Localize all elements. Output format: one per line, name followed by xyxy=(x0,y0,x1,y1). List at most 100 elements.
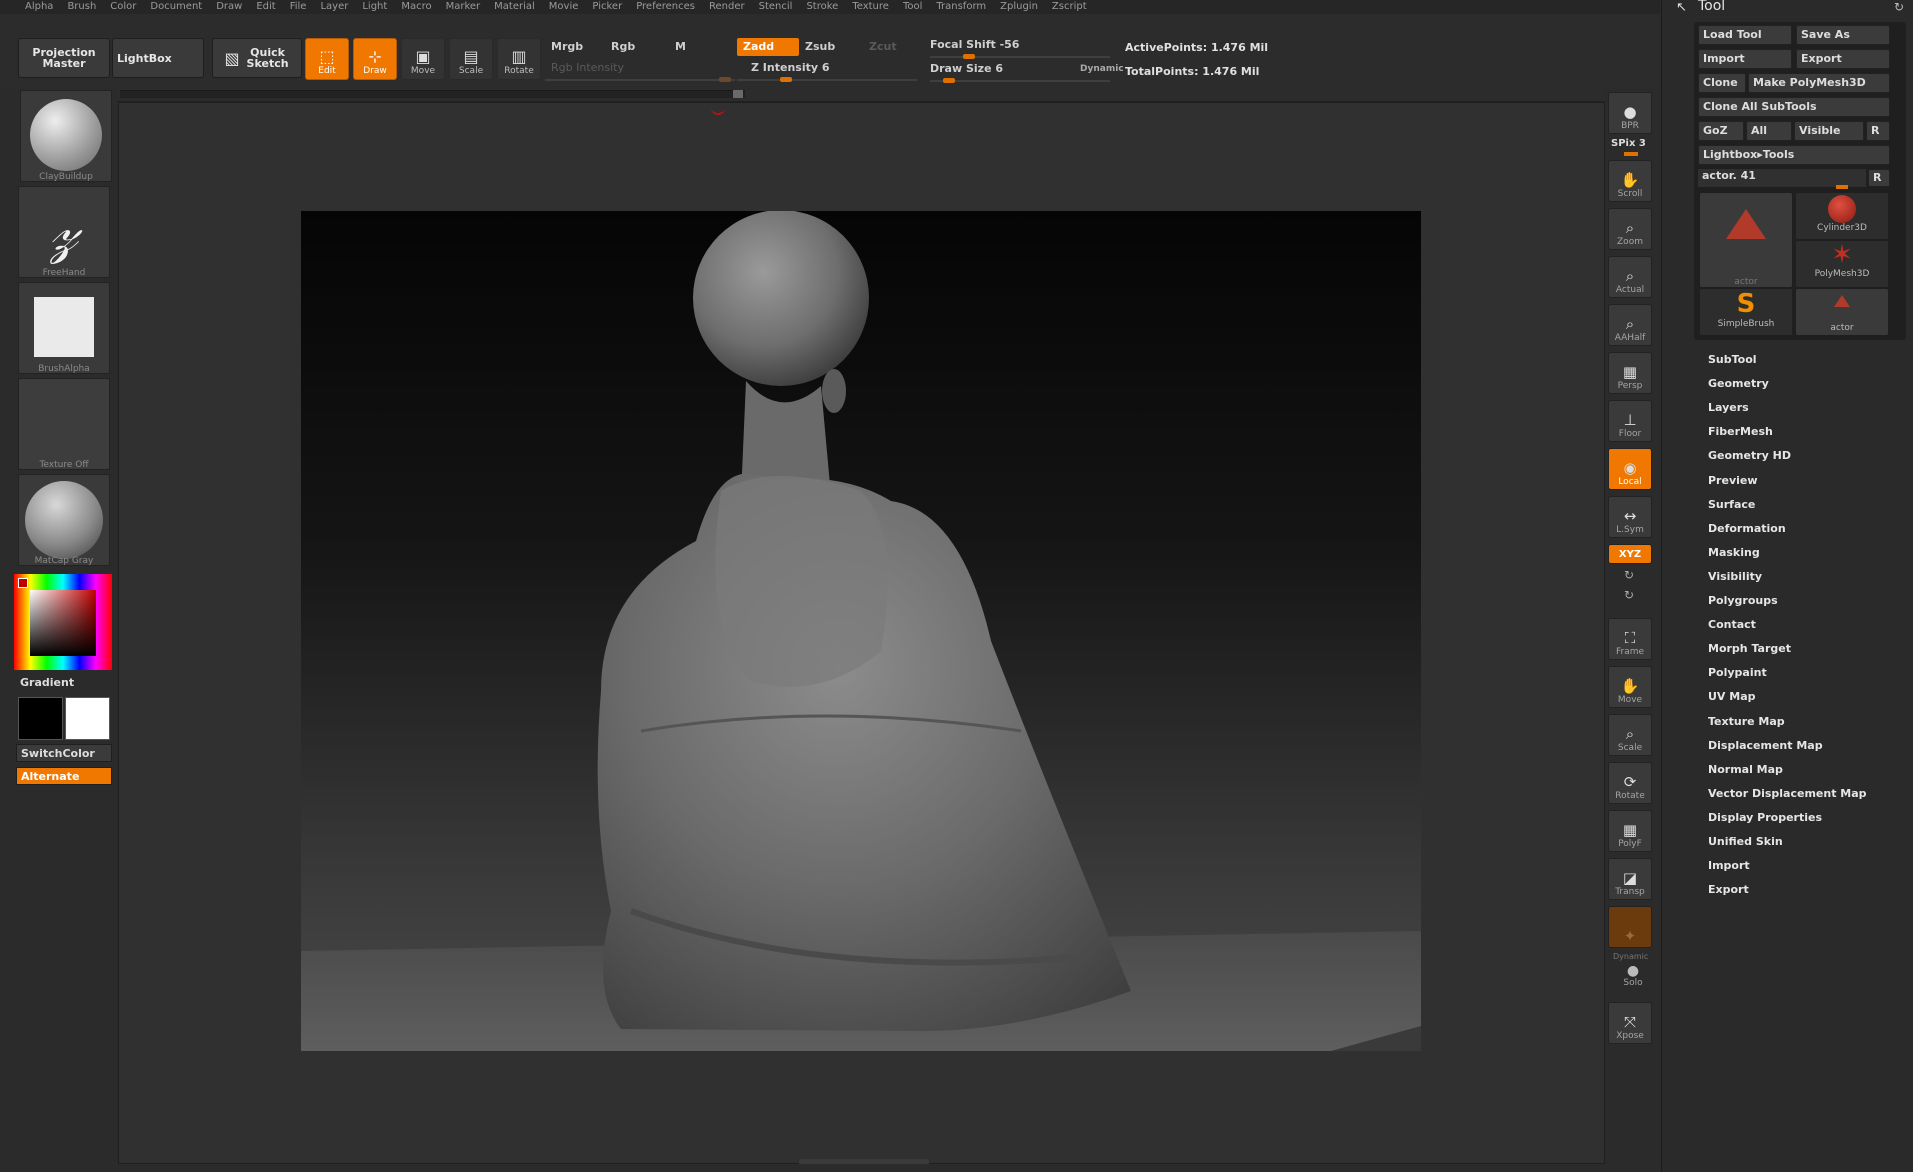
z-intensity-track[interactable] xyxy=(737,79,917,81)
menu-item-brush[interactable]: Brush xyxy=(60,0,103,14)
xyz-button[interactable]: XYZ xyxy=(1608,544,1652,564)
menu-item-color[interactable]: Color xyxy=(103,0,143,14)
tool-section-geometry-hd[interactable]: Geometry HD xyxy=(1708,449,1791,462)
spix-knob[interactable] xyxy=(1624,152,1638,156)
focal-shift-track[interactable] xyxy=(930,56,1110,58)
local-button[interactable]: ◉ Local xyxy=(1608,448,1652,490)
goz-all-button[interactable]: All xyxy=(1746,121,1792,141)
tool-thumb-simplebrush[interactable]: S SimpleBrush xyxy=(1700,289,1792,335)
lsym-button[interactable]: ↔ L.Sym xyxy=(1608,496,1652,538)
tool-section-texture-map[interactable]: Texture Map xyxy=(1708,715,1785,728)
tool-section-vector-displacement-map[interactable]: Vector Displacement Map xyxy=(1708,787,1867,800)
alpha-thumbnail[interactable] xyxy=(18,282,110,374)
tool-section-masking[interactable]: Masking xyxy=(1708,546,1760,559)
menu-item-layer[interactable]: Layer xyxy=(313,0,355,14)
quick-sketch-button[interactable]: ▧ Quick Sketch xyxy=(212,38,302,78)
tool-section-subtool[interactable]: SubTool xyxy=(1708,353,1757,366)
aahalf-button[interactable]: ⌕ AAHalf xyxy=(1608,304,1652,346)
zadd-button[interactable]: Zadd xyxy=(737,38,799,56)
import-button[interactable]: Import xyxy=(1698,49,1792,69)
menu-item-document[interactable]: Document xyxy=(143,0,209,14)
tool-section-display-properties[interactable]: Display Properties xyxy=(1708,811,1822,824)
move-view-button[interactable]: ✋ Move xyxy=(1608,666,1652,708)
goz-visible-button[interactable]: Visible xyxy=(1794,121,1864,141)
tool-section-geometry[interactable]: Geometry xyxy=(1708,377,1769,390)
menu-item-edit[interactable]: Edit xyxy=(249,0,282,14)
m-button[interactable]: M xyxy=(669,38,719,56)
menu-item-draw[interactable]: Draw xyxy=(209,0,249,14)
zsub-button[interactable]: Zsub xyxy=(799,38,861,56)
clone-button[interactable]: Clone xyxy=(1698,73,1746,93)
draw-size-knob[interactable] xyxy=(943,78,955,83)
z-intensity-knob[interactable] xyxy=(780,77,792,82)
top-scrollbar-handle[interactable] xyxy=(733,90,743,98)
texture-thumbnail[interactable] xyxy=(18,378,110,470)
draw-size-slider[interactable]: Draw Size 6 xyxy=(924,60,1044,78)
rotate-view-button[interactable]: ⟳ Rotate xyxy=(1608,762,1652,804)
top-scrollbar[interactable] xyxy=(120,90,745,98)
draw-button[interactable]: ⊹ Draw xyxy=(353,38,397,80)
scale-button[interactable]: ▤ Scale xyxy=(449,38,493,80)
primary-color-swatch[interactable] xyxy=(18,697,63,740)
tool-section-normal-map[interactable]: Normal Map xyxy=(1708,763,1783,776)
edit-button[interactable]: ⬚ Edit xyxy=(305,38,349,80)
rgb-intensity-track[interactable] xyxy=(545,79,735,81)
tool-thumb-cylinder3d[interactable]: Cylinder3D xyxy=(1796,193,1888,239)
menu-item-zscript[interactable]: Zscript xyxy=(1045,0,1094,14)
scale-view-button[interactable]: ⌕ Scale xyxy=(1608,714,1652,756)
tool-thumb-polymesh3d[interactable]: ✶ PolyMesh3D xyxy=(1796,241,1888,287)
solo-button[interactable]: ● Solo xyxy=(1615,964,1651,992)
menu-item-movie[interactable]: Movie xyxy=(542,0,586,14)
tool-section-surface[interactable]: Surface xyxy=(1708,498,1755,511)
clone-all-subtools-button[interactable]: Clone All SubTools xyxy=(1698,97,1890,117)
rgb-intensity-knob[interactable] xyxy=(719,77,731,82)
tool-panel-close-icon[interactable]: ↻ xyxy=(1894,0,1904,14)
load-tool-button[interactable]: Load Tool xyxy=(1698,25,1792,45)
tool-thumb-actor[interactable]: actor xyxy=(1700,193,1792,287)
lightbox-button[interactable]: LightBox xyxy=(112,38,204,78)
menu-item-macro[interactable]: Macro xyxy=(394,0,438,14)
tool-section-preview[interactable]: Preview xyxy=(1708,474,1758,487)
make-polymesh-button[interactable]: Make PolyMesh3D xyxy=(1748,73,1890,93)
tool-panel-arrow-icon[interactable]: ↖ xyxy=(1676,0,1687,15)
tool-section-polygroups[interactable]: Polygroups xyxy=(1708,594,1778,607)
color-picker-square[interactable] xyxy=(30,590,96,656)
menu-item-tool[interactable]: Tool xyxy=(896,0,929,14)
color-picker[interactable] xyxy=(14,574,112,670)
menu-item-picker[interactable]: Picker xyxy=(585,0,629,14)
menu-item-stroke[interactable]: Stroke xyxy=(799,0,845,14)
menu-item-preferences[interactable]: Preferences xyxy=(629,0,702,14)
polyf-button[interactable]: ▦ PolyF xyxy=(1608,810,1652,852)
goz-r-button[interactable]: R xyxy=(1866,121,1890,141)
current-tool-r-button[interactable]: R xyxy=(1868,169,1890,187)
secondary-color-swatch[interactable] xyxy=(65,697,110,740)
transp-button[interactable]: ◪ Transp xyxy=(1608,858,1652,900)
tool-section-visibility[interactable]: Visibility xyxy=(1708,570,1762,583)
tool-thumb-actor-2[interactable]: actor xyxy=(1796,289,1888,335)
menu-item-alpha[interactable]: Alpha xyxy=(18,0,60,14)
tool-section-morph-target[interactable]: Morph Target xyxy=(1708,642,1791,655)
xpose-button[interactable]: ⤧ Xpose xyxy=(1608,1002,1652,1044)
lightbox-tools-button[interactable]: Lightbox▸Tools xyxy=(1698,145,1890,165)
move-button[interactable]: ▣ Move xyxy=(401,38,445,80)
tool-section-deformation[interactable]: Deformation xyxy=(1708,522,1786,535)
scroll-button[interactable]: ✋ Scroll xyxy=(1608,160,1652,202)
spix-slider[interactable]: SPix 3 xyxy=(1611,138,1646,149)
menu-item-file[interactable]: File xyxy=(283,0,314,14)
rotate-button[interactable]: ▥ Rotate xyxy=(497,38,541,80)
rotate-y-icon[interactable]: ↻ xyxy=(1624,568,1634,582)
rgb-button[interactable]: Rgb xyxy=(605,38,665,56)
menu-item-texture[interactable]: Texture xyxy=(845,0,896,14)
tool-section-uv-map[interactable]: UV Map xyxy=(1708,690,1756,703)
z-intensity-slider[interactable]: Z Intensity 6 xyxy=(745,59,915,77)
persp-button[interactable]: ▦ Persp xyxy=(1608,352,1652,394)
mrgb-button[interactable]: Mrgb xyxy=(545,38,605,56)
ghost-button[interactable]: ✦ xyxy=(1608,906,1652,948)
projection-master-button[interactable]: Projection Master xyxy=(18,38,110,78)
material-thumbnail[interactable] xyxy=(18,474,110,566)
tool-section-fibermesh[interactable]: FiberMesh xyxy=(1708,425,1773,438)
brush-thumbnail[interactable] xyxy=(20,90,112,182)
menu-item-marker[interactable]: Marker xyxy=(439,0,488,14)
draw-size-track[interactable] xyxy=(930,80,1110,82)
tool-section-unified-skin[interactable]: Unified Skin xyxy=(1708,835,1783,848)
